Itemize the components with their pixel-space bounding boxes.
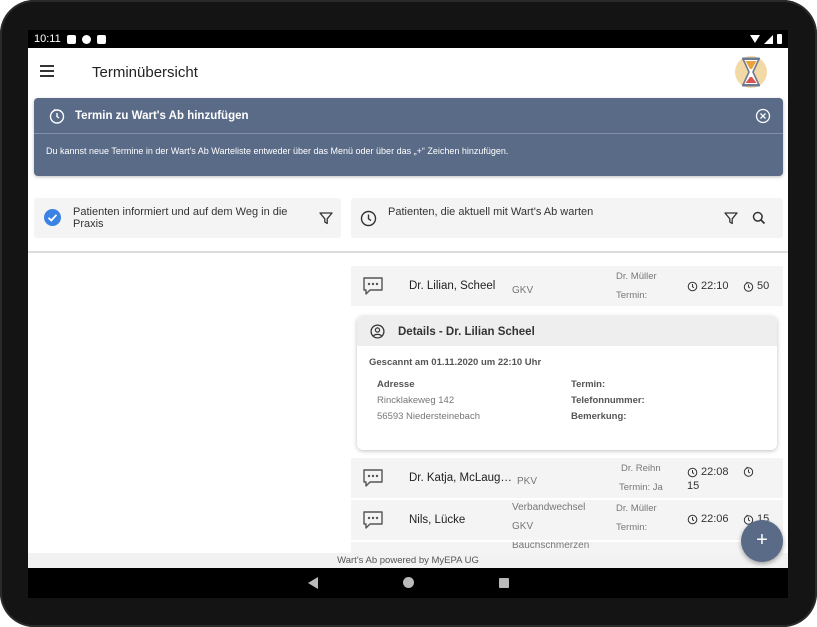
doctor: Dr. Müller <box>616 271 657 282</box>
chat-icon[interactable] <box>362 276 384 296</box>
patient-name: Dr. Lilian, Scheel <box>409 280 496 292</box>
info-banner: Termin zu Wart's Ab hinzufügen Du kannst… <box>34 98 783 176</box>
app-bar: Terminübersicht <box>28 48 788 96</box>
insurance: GKV <box>512 285 534 296</box>
screen: 10:11 Terminübersicht Termin zu Wart's A… <box>28 30 788 598</box>
divider <box>28 251 788 253</box>
filter-icon[interactable] <box>723 210 739 226</box>
address-label: Adresse <box>377 379 415 390</box>
battery-icon <box>777 34 782 44</box>
tablet-frame: 10:11 Terminübersicht Termin zu Wart's A… <box>0 0 817 627</box>
close-icon[interactable] <box>754 107 772 125</box>
table-row[interactable]: Dr. Katja, McLaughlin PKV Dr. Reihn Term… <box>351 458 783 498</box>
wifi-icon <box>750 35 760 43</box>
account-circle-icon <box>370 324 385 339</box>
sd-card-icon <box>96 34 106 44</box>
details-header: Details - Dr. Lilian Scheel <box>357 316 777 346</box>
menu-icon[interactable] <box>40 65 54 77</box>
wait-time: 50 <box>743 280 769 292</box>
page-title: Terminübersicht <box>92 64 198 81</box>
home-icon[interactable] <box>403 577 414 588</box>
navigation-bar <box>28 568 788 598</box>
filter-informed-patients[interactable]: Patienten informiert und auf dem Weg in … <box>34 198 341 238</box>
remark-label: Bemerkung: <box>571 411 627 422</box>
banner-title: Termin zu Wart's Ab hinzufügen <box>75 110 249 122</box>
clock-icon <box>687 514 698 524</box>
hourglass-logo <box>735 56 767 88</box>
doctor: Dr. Reihn <box>621 463 661 474</box>
table-row[interactable]: Dr. Lilian, Scheel GKV Dr. Müller Termin… <box>351 266 783 306</box>
scan-time-value: 22:08 <box>701 466 729 478</box>
scan-time: 22:08 <box>687 466 729 478</box>
patient-name: Nils, Lücke <box>409 514 466 526</box>
chat-icon[interactable] <box>362 510 384 530</box>
appointment-label: Termin: <box>616 522 648 533</box>
patient-name: Dr. Katja, McLaughlin <box>409 472 517 484</box>
banner-header: Termin zu Wart's Ab hinzufügen <box>34 98 783 134</box>
details-card: Details - Dr. Lilian Scheel Gescannt am … <box>357 316 777 450</box>
details-title: Details - Dr. Lilian Scheel <box>398 326 535 338</box>
filter-right-label: Patienten, die aktuell mit Wart's Ab war… <box>388 206 594 218</box>
check-circle-icon <box>44 209 61 226</box>
app: Terminübersicht Termin zu Wart's Ab hinz… <box>28 48 788 568</box>
wait-time-value: 50 <box>757 280 770 292</box>
address-city: 56593 Niedersteinebach <box>377 411 480 422</box>
add-appointment-button[interactable]: + <box>741 520 783 562</box>
phone-label: Telefonnummer: <box>571 395 645 406</box>
footer: Wart's Ab powered by MyEPA UG <box>28 553 788 568</box>
timer-icon <box>743 281 754 292</box>
doctor: Dr. Müller <box>616 503 657 514</box>
scan-time: 22:06 <box>687 513 729 525</box>
banner-text: Du kannst neue Termine in der Wart's Ab … <box>46 146 509 156</box>
table-row[interactable]: Bauchschmerzen <box>351 542 783 553</box>
filter-left-label: Patienten informiert und auf dem Weg in … <box>73 206 288 230</box>
address-street: Rincklakeweg 142 <box>377 395 455 406</box>
notification-p-icon <box>81 34 91 44</box>
chat-icon[interactable] <box>362 468 384 488</box>
reason: Bauchschmerzen <box>512 542 590 551</box>
back-icon[interactable] <box>308 577 318 589</box>
termin-label: Termin: <box>571 379 606 390</box>
appointment-label: Termin: <box>616 290 648 301</box>
timer-icon <box>743 466 754 477</box>
table-row[interactable]: Nils, Lücke Verbandwechsel GKV Dr. Mülle… <box>351 500 783 540</box>
clock-icon <box>687 281 698 291</box>
notification-a-icon <box>66 34 76 44</box>
scanned-info: Gescannt am 01.11.2020 um 22:10 Uhr <box>369 357 542 368</box>
reason: Verbandwechsel <box>512 502 586 513</box>
filter-waiting-patients[interactable]: Patienten, die aktuell mit Wart's Ab war… <box>351 198 783 238</box>
clock-icon <box>687 467 698 477</box>
wait-time-value: 15 <box>687 480 700 492</box>
scan-time-value: 22:10 <box>701 280 729 292</box>
timer-add-icon <box>49 108 65 124</box>
clock-icon <box>360 210 377 227</box>
recent-apps-icon[interactable] <box>499 578 509 588</box>
signal-icon <box>764 34 773 44</box>
scan-time: 22:10 <box>687 280 729 292</box>
insurance: PKV <box>517 476 538 487</box>
scan-time-value: 22:06 <box>701 513 729 525</box>
filter-icon[interactable] <box>318 210 334 226</box>
search-icon[interactable] <box>751 210 767 226</box>
status-bar: 10:11 <box>28 30 788 48</box>
appointment-label: Termin: Ja <box>619 482 663 493</box>
status-time: 10:11 <box>34 33 61 45</box>
insurance: GKV <box>512 521 534 532</box>
